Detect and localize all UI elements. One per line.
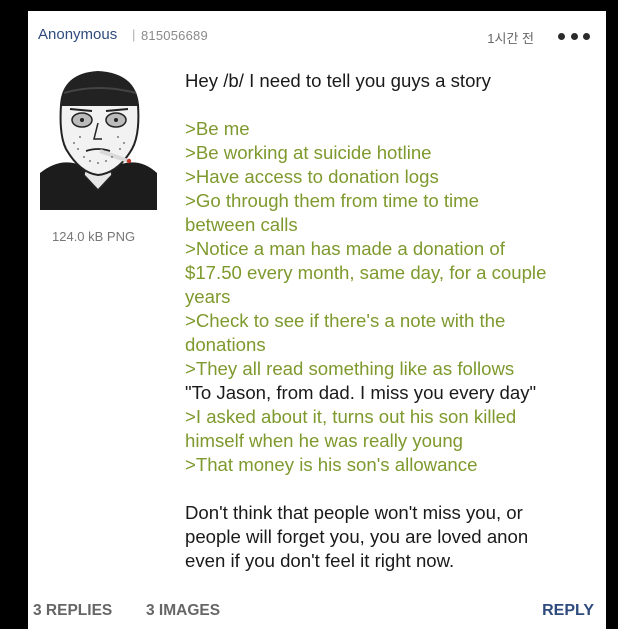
more-dots-icon[interactable] bbox=[558, 29, 590, 43]
post-id[interactable]: 815056689 bbox=[141, 28, 208, 43]
text-line bbox=[185, 477, 595, 501]
greentext-line: >Check to see if there's a note with the bbox=[185, 310, 506, 331]
greentext-line: >That money is his son's allowance bbox=[185, 454, 478, 475]
text-line: Don't think that people won't miss you, … bbox=[185, 502, 523, 523]
greentext-line: years bbox=[185, 286, 231, 307]
text-line: "To Jason, from dad. I miss you every da… bbox=[185, 382, 537, 403]
greentext-line: >Go through them from time to time bbox=[185, 190, 480, 211]
post-time: 1시간 전 bbox=[487, 31, 534, 46]
greentext-line: $17.50 every month, same day, for a coup… bbox=[185, 262, 547, 283]
greentext-line: between calls bbox=[185, 214, 298, 235]
post-header: Anonymous | 815056689 1시간 전 bbox=[38, 26, 592, 46]
greentext-line: >I asked about it, turns out his son kil… bbox=[185, 406, 517, 427]
greentext-line: donations bbox=[185, 334, 266, 355]
text-line: even if you don't feel it right now. bbox=[185, 550, 455, 571]
file-size: 124.0 kB PNG bbox=[52, 229, 136, 244]
post-body: Hey /b/ I need to tell you guys a story … bbox=[185, 69, 595, 573]
greentext-line: >Have access to donation logs bbox=[185, 166, 439, 187]
heart-icon[interactable] bbox=[559, 551, 599, 589]
header-separator: | bbox=[132, 27, 136, 42]
post-thumbnail[interactable] bbox=[40, 65, 157, 210]
greentext-line: >Be me bbox=[185, 118, 250, 139]
images-count[interactable]: 3 IMAGES bbox=[146, 602, 220, 620]
replies-count[interactable]: 3 REPLIES bbox=[33, 602, 112, 620]
post-card: Anonymous | 815056689 1시간 전 124.0 kB PNG… bbox=[28, 11, 606, 629]
text-line: people will forget you, you are loved an… bbox=[185, 526, 529, 547]
poster-name[interactable]: Anonymous bbox=[38, 26, 117, 43]
text-line bbox=[185, 93, 595, 117]
greentext-line: >Be working at suicide hotline bbox=[185, 142, 432, 163]
post-footer: 3 REPLIES 3 IMAGES REPLY bbox=[33, 602, 606, 622]
text-line: Hey /b/ I need to tell you guys a story bbox=[185, 70, 491, 91]
reply-button[interactable]: REPLY bbox=[542, 602, 594, 620]
greentext-line: >They all read something like as follows bbox=[185, 358, 515, 379]
greentext-line: >Notice a man has made a donation of bbox=[185, 238, 505, 259]
greentext-line: himself when he was really young bbox=[185, 430, 464, 451]
